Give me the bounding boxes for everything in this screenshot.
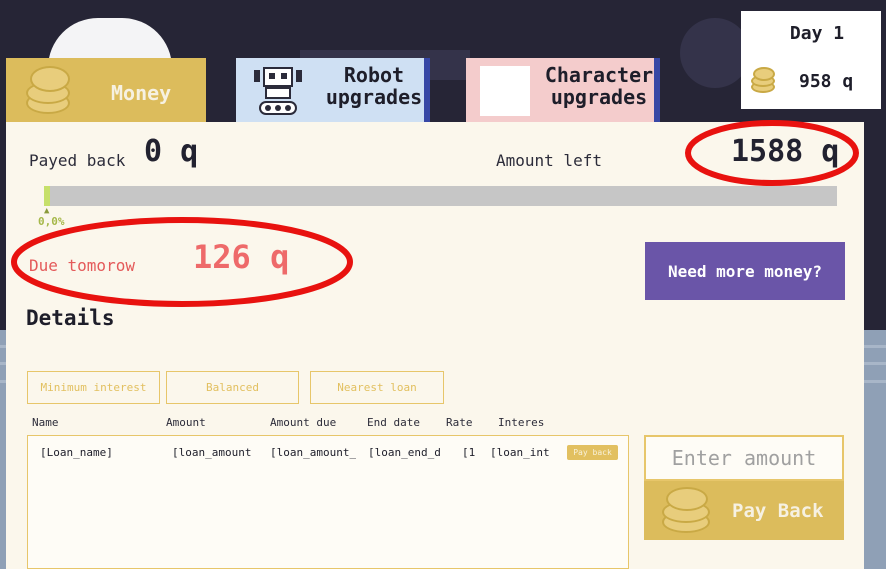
annotation-overlay [11,120,859,307]
annotation-circle-amount-left [685,120,859,186]
annotation-circle-due-tomorrow [11,217,353,307]
